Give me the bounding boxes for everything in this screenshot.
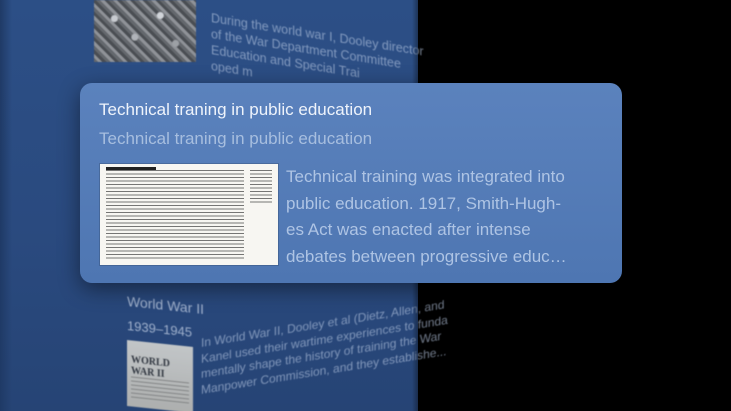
document-margin-notes xyxy=(250,170,272,204)
card-description-line: debates between progressive educ… xyxy=(286,246,567,266)
card-description: Technical training was integrated into p… xyxy=(286,164,608,270)
ww2-entry-text: In World War II, Dooley et al (Dietz, Al… xyxy=(201,297,448,398)
column-edge-shadow xyxy=(0,0,12,411)
timeline-stage: During the world war I, Dooley director … xyxy=(0,0,731,411)
ww2-entry-title: World War II xyxy=(127,293,205,318)
ww2-entry-years: 1939–1945 xyxy=(127,318,193,340)
card-description-line: Technical training was integrated into xyxy=(286,167,565,186)
document-text-column xyxy=(106,170,244,260)
card-description-line: public education. 1917, Smith-Hugh- xyxy=(286,193,561,213)
ww2-photo-text-lines xyxy=(131,376,189,407)
focused-timeline-card[interactable]: Technical traning in public education Te… xyxy=(80,83,622,283)
card-title: Technical traning in public education xyxy=(99,100,373,119)
legislation-document-thumbnail[interactable] xyxy=(100,164,278,265)
card-description-line: es Act was enacted after intense xyxy=(286,220,531,239)
ww2-entry-photo[interactable]: WORLD WAR II xyxy=(127,340,193,411)
card-subtitle: Technical traning in public education xyxy=(99,129,373,148)
ww1-entry-photo[interactable] xyxy=(94,0,196,62)
